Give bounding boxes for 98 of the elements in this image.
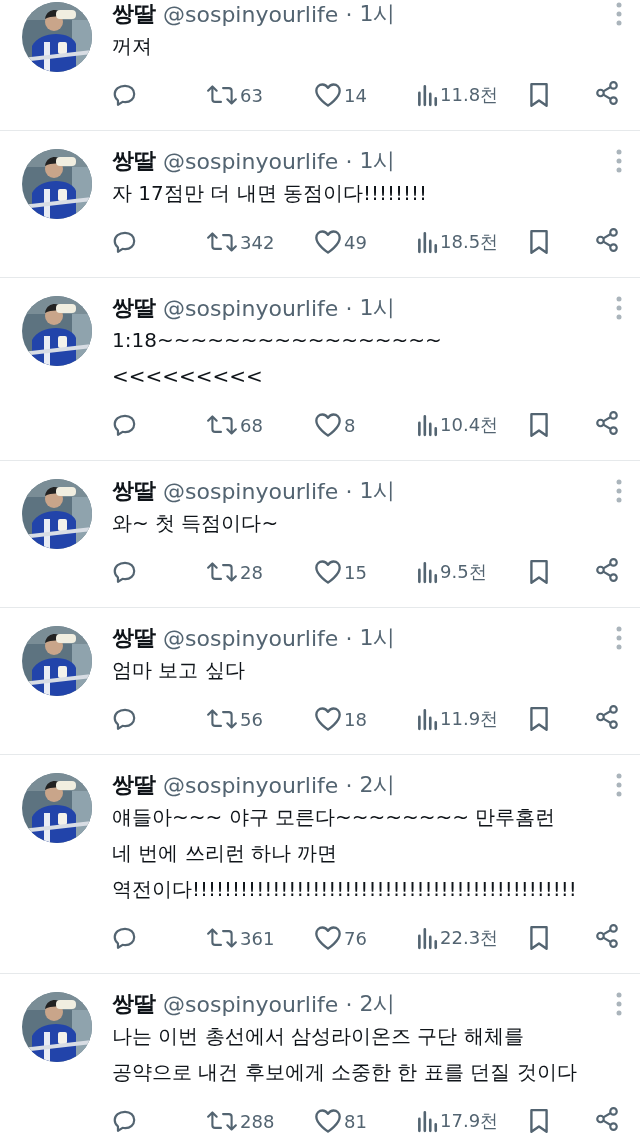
- reply-icon[interactable]: [112, 925, 138, 951]
- retweet-icon: [206, 706, 238, 732]
- retweet-button[interactable]: 28: [206, 559, 263, 585]
- bookmark-icon[interactable]: [528, 412, 550, 438]
- display-name[interactable]: 쌍딸: [112, 476, 156, 506]
- username[interactable]: @sospinyourlife: [163, 148, 339, 174]
- post-text: 자 17점만 더 내면 동점이다!!!!!!!!: [112, 180, 429, 207]
- separator-dot: ·: [345, 478, 353, 504]
- reply-icon[interactable]: [112, 1108, 138, 1134]
- retweet-button[interactable]: 342: [206, 229, 275, 255]
- views-icon: [416, 926, 438, 950]
- share-icon[interactable]: [594, 557, 620, 583]
- bookmark-icon[interactable]: [528, 706, 550, 732]
- bookmark-icon[interactable]: [528, 925, 550, 951]
- bookmark-icon[interactable]: [528, 82, 550, 108]
- share-icon[interactable]: [594, 923, 620, 949]
- post-text: 1:18~~~~~~~~~~~~~~~~~<<<<<<<<<: [112, 327, 443, 390]
- views-button[interactable]: 10.4천: [416, 413, 499, 437]
- retweet-icon: [206, 82, 238, 108]
- username[interactable]: @sospinyourlife: [163, 772, 339, 798]
- views-button[interactable]: 9.5천: [416, 560, 487, 584]
- retweet-button[interactable]: 288: [206, 1108, 275, 1134]
- like-button[interactable]: 15: [314, 559, 367, 585]
- post-time[interactable]: 1시: [359, 293, 396, 323]
- post-time[interactable]: 2시: [359, 770, 396, 800]
- display-name[interactable]: 쌍딸: [112, 989, 156, 1019]
- post-time[interactable]: 1시: [359, 146, 396, 176]
- like-button[interactable]: 8: [314, 412, 356, 438]
- retweet-button[interactable]: 56: [206, 706, 263, 732]
- username[interactable]: @sospinyourlife: [163, 295, 339, 321]
- bookmark-icon[interactable]: [528, 1108, 550, 1134]
- display-name[interactable]: 쌍딸: [112, 770, 156, 800]
- username[interactable]: @sospinyourlife: [163, 1, 339, 27]
- separator-dot: ·: [345, 148, 353, 174]
- share-icon[interactable]: [594, 1106, 620, 1132]
- retweet-button[interactable]: 361: [206, 925, 275, 951]
- views-icon: [416, 230, 438, 254]
- views-icon: [416, 83, 438, 107]
- views-icon: [416, 560, 438, 584]
- views-button[interactable]: 22.3천: [416, 926, 499, 950]
- views-icon: [416, 1109, 438, 1133]
- display-name[interactable]: 쌍딸: [112, 623, 156, 653]
- share-icon[interactable]: [594, 704, 620, 730]
- heart-icon: [314, 559, 342, 585]
- like-button[interactable]: 49: [314, 229, 367, 255]
- bookmark-icon[interactable]: [528, 229, 550, 255]
- post-text: 꺼져: [112, 33, 153, 60]
- retweet-button[interactable]: 63: [206, 82, 263, 108]
- reply-icon[interactable]: [112, 229, 138, 255]
- post-time[interactable]: 1시: [359, 476, 396, 506]
- views-button[interactable]: 11.8천: [416, 83, 499, 107]
- separator-dot: ·: [345, 295, 353, 321]
- separator-dot: ·: [345, 1, 353, 27]
- post-text: 와~ 첫 득점이다~: [112, 510, 280, 537]
- like-button[interactable]: 76: [314, 925, 367, 951]
- retweet-icon: [206, 559, 238, 585]
- retweet-icon: [206, 1108, 238, 1134]
- bookmark-icon[interactable]: [528, 559, 550, 585]
- reply-icon[interactable]: [112, 706, 138, 732]
- username[interactable]: @sospinyourlife: [163, 478, 339, 504]
- like-button[interactable]: 81: [314, 1108, 367, 1134]
- heart-icon: [314, 1108, 342, 1134]
- heart-icon: [314, 82, 342, 108]
- separator-dot: ·: [345, 991, 353, 1017]
- separator-dot: ·: [345, 772, 353, 798]
- views-button[interactable]: 18.5천: [416, 230, 499, 254]
- display-name[interactable]: 쌍딸: [112, 0, 156, 29]
- heart-icon: [314, 706, 342, 732]
- views-button[interactable]: 11.9천: [416, 707, 499, 731]
- like-button[interactable]: 14: [314, 82, 367, 108]
- share-icon[interactable]: [594, 227, 620, 253]
- post-text: 엄마 보고 싶다: [112, 657, 246, 684]
- retweet-icon: [206, 412, 238, 438]
- views-icon: [416, 707, 438, 731]
- post-time[interactable]: 1시: [359, 0, 396, 29]
- username[interactable]: @sospinyourlife: [163, 991, 339, 1017]
- display-name[interactable]: 쌍딸: [112, 146, 156, 176]
- reply-icon[interactable]: [112, 559, 138, 585]
- share-icon[interactable]: [594, 410, 620, 436]
- post-text: 나는 이번 총선에서 삼성라이온즈 구단 해체를 공약으로 내건 후보에게 소중한 한 표를 던질 것이다: [112, 1023, 578, 1086]
- heart-icon: [314, 412, 342, 438]
- reply-icon[interactable]: [112, 412, 138, 438]
- views-icon: [416, 413, 438, 437]
- display-name[interactable]: 쌍딸: [112, 293, 156, 323]
- username[interactable]: @sospinyourlife: [163, 625, 339, 651]
- retweet-icon: [206, 229, 238, 255]
- retweet-button[interactable]: 68: [206, 412, 263, 438]
- post-text: 얘들아~~~ 야구 모른다~~~~~~~~ 만루홈런 네 번에 쓰리런 하나 까면 역전이다!!!!!!!!!!!!!!!!!!!!!!!!!!!!!!!!!!!!!!!!!!!!!!!!: [112, 804, 578, 903]
- like-button[interactable]: 18: [314, 706, 367, 732]
- post-time[interactable]: 2시: [359, 989, 396, 1019]
- heart-icon: [314, 925, 342, 951]
- views-button[interactable]: 17.9천: [416, 1109, 499, 1133]
- reply-icon[interactable]: [112, 82, 138, 108]
- post-time[interactable]: 1시: [359, 623, 396, 653]
- retweet-icon: [206, 925, 238, 951]
- heart-icon: [314, 229, 342, 255]
- share-icon[interactable]: [594, 80, 620, 106]
- separator-dot: ·: [345, 625, 353, 651]
